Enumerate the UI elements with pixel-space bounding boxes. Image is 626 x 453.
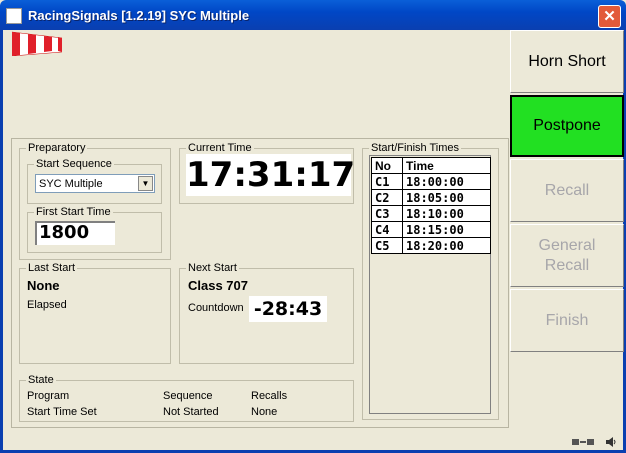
recalls-label: Recalls — [251, 390, 288, 402]
window-title: RacingSignals [1.2.19] SYC Multiple — [28, 8, 250, 23]
table-row[interactable]: C2 18:05:00 — [371, 189, 491, 206]
start-sequence-label: Start Sequence — [34, 158, 114, 170]
row-no: C2 — [371, 189, 403, 206]
row-time: 18:15:00 — [402, 221, 491, 238]
row-time: 18:20:00 — [402, 237, 491, 254]
recalls-value: None — [251, 406, 278, 418]
finish-button[interactable]: Finish — [510, 289, 624, 352]
start-sequence-value: SYC Multiple — [39, 178, 103, 190]
countdown-display: -28:43 — [249, 296, 327, 322]
row-no: C3 — [371, 205, 403, 222]
postpone-button[interactable]: Postpone — [510, 95, 624, 157]
chevron-down-icon[interactable]: ▼ — [138, 176, 153, 191]
column-header-no: No — [371, 157, 403, 174]
state-title: State — [26, 374, 56, 386]
row-time: 18:05:00 — [402, 189, 491, 206]
last-start-value: None — [27, 278, 60, 293]
sequence-label: Sequence — [163, 390, 213, 402]
column-header-time: Time — [402, 157, 491, 174]
app-icon — [6, 8, 22, 24]
preparatory-title: Preparatory — [26, 142, 88, 154]
program-label: Program — [27, 390, 70, 402]
table-row[interactable]: C1 18:00:00 — [371, 173, 491, 190]
table-row[interactable]: C4 18:15:00 — [371, 221, 491, 238]
current-time-title: Current Time — [186, 142, 254, 154]
speaker-icon[interactable] — [605, 436, 617, 448]
table-header-row: No Time — [371, 157, 491, 174]
table-row[interactable]: C5 18:20:00 — [371, 237, 491, 254]
row-time: 18:10:00 — [402, 205, 491, 222]
elapsed-label: Elapsed — [27, 299, 67, 311]
row-no: C5 — [371, 237, 403, 254]
row-no: C1 — [371, 173, 403, 190]
last-start-title: Last Start — [26, 262, 78, 274]
title-bar: RacingSignals [1.2.19] SYC Multiple ✕ — [0, 0, 626, 30]
next-start-value: Class 707 — [188, 278, 248, 293]
row-no: C4 — [371, 221, 403, 238]
start-finish-title: Start/Finish Times — [369, 142, 462, 154]
start-sequence-select[interactable]: SYC Multiple ▼ — [35, 174, 155, 193]
row-time: 18:00:00 — [402, 173, 491, 190]
first-start-input[interactable]: 1800 — [35, 221, 115, 245]
flag-icon — [12, 31, 62, 56]
connection-icon — [572, 439, 594, 445]
general-recall-button[interactable]: General Recall — [510, 224, 624, 287]
horn-short-button[interactable]: Horn Short — [510, 30, 624, 93]
close-button[interactable]: ✕ — [598, 5, 621, 28]
countdown-label: Countdown — [188, 302, 244, 314]
start-finish-table: No Time C1 18:00:00 C2 18:05:00 C3 18:10… — [371, 157, 491, 254]
table-row[interactable]: C3 18:10:00 — [371, 205, 491, 222]
program-value: Start Time Set — [27, 406, 97, 418]
next-start-title: Next Start — [186, 262, 239, 274]
recall-button[interactable]: Recall — [510, 159, 624, 222]
current-time-display: 17:31:17 — [186, 154, 356, 196]
first-start-label: First Start Time — [34, 206, 113, 218]
sequence-value: Not Started — [163, 406, 219, 418]
